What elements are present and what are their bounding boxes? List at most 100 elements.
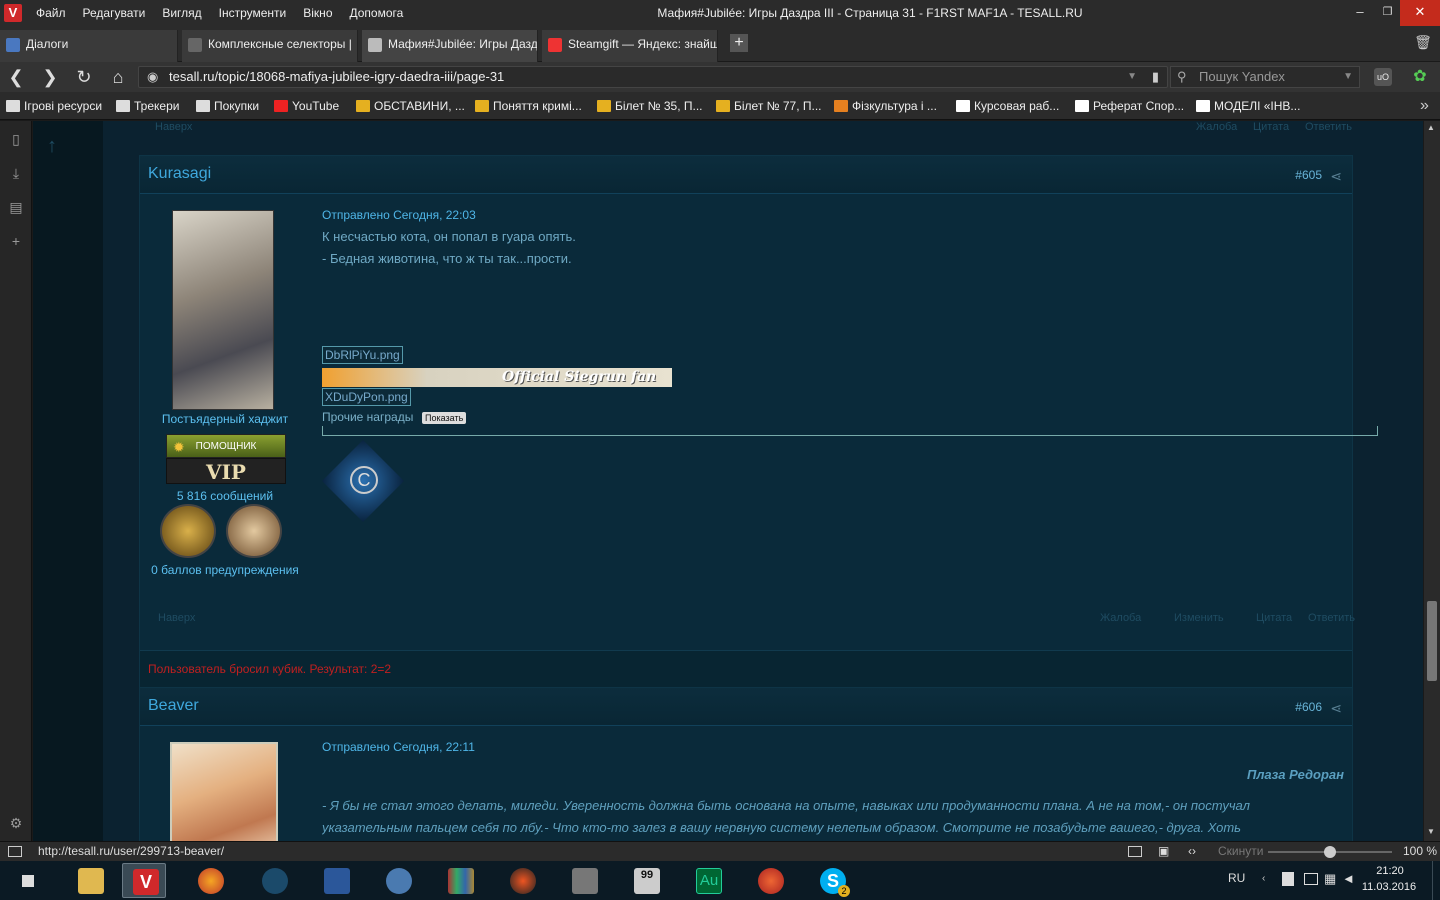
taskbar-skype[interactable]: S 2 <box>810 863 854 898</box>
bookmark-icon[interactable]: ▮ <box>1152 67 1159 87</box>
images-icon[interactable]: ▣ <box>1158 842 1169 861</box>
avatar[interactable] <box>170 742 278 841</box>
taskbar-library[interactable] <box>438 863 482 898</box>
bookmark[interactable]: Поняття кримі... <box>475 92 582 120</box>
reply-link[interactable]: Ответить <box>1308 612 1355 624</box>
menu-window[interactable]: Вікно <box>303 0 332 26</box>
trash-icon[interactable]: 🗑 <box>1414 34 1432 52</box>
tiling-icon[interactable] <box>1128 846 1142 857</box>
share-icon[interactable]: ⋖ <box>1330 168 1342 185</box>
minimize-button[interactable]: – <box>1345 0 1375 26</box>
zoom-slider-knob[interactable] <box>1324 846 1336 858</box>
panel-toggle-icon[interactable] <box>8 846 22 857</box>
show-awards-button[interactable]: Показать <box>422 412 467 424</box>
bookmarks-panel-icon[interactable]: ▯ <box>8 131 24 147</box>
page-scrollbar[interactable]: ▲ ▼ <box>1424 121 1440 841</box>
scroll-up-icon[interactable]: ▲ <box>1427 123 1435 132</box>
post-author-link[interactable]: Kurasagi <box>148 165 211 183</box>
reload-icon[interactable]: ↻ <box>72 66 96 88</box>
complaint-link[interactable]: Жалоба <box>1196 121 1237 133</box>
flag-icon[interactable] <box>1282 872 1294 886</box>
url-input[interactable]: ◉ tesall.ru/topic/18068-mafiya-jubilee-i… <box>138 66 1168 88</box>
scrollbar-thumb[interactable] <box>1427 601 1437 681</box>
scroll-down-icon[interactable]: ▼ <box>1427 827 1435 836</box>
tray-app-icon[interactable] <box>1304 873 1318 885</box>
avatar[interactable] <box>172 210 274 410</box>
volume-icon[interactable]: ◄ <box>1342 871 1355 886</box>
bookmarks-more-button[interactable]: » <box>1420 97 1429 115</box>
ublock-icon[interactable]: uO <box>1374 68 1392 86</box>
site-info-icon[interactable]: ◉ <box>147 67 158 87</box>
page-actions-icon[interactable]: ‹› <box>1188 842 1196 861</box>
bookmark-folder[interactable]: Трекери <box>116 92 179 120</box>
quote-link[interactable]: Цитата <box>1256 612 1292 624</box>
back-icon[interactable]: ❮ <box>4 66 28 88</box>
extension-icon[interactable]: ✿ <box>1410 68 1430 86</box>
dropdown-icon[interactable]: ▼ <box>1127 67 1137 87</box>
taskbar-steam[interactable] <box>252 863 296 898</box>
menu-help[interactable]: Допомога <box>350 0 404 26</box>
quote-link[interactable]: Цитата <box>1253 121 1289 133</box>
search-input[interactable]: ⚲ Пошук Yandex ▼ <box>1170 66 1360 88</box>
tray-chevron-icon[interactable]: ‹ <box>1262 873 1265 884</box>
back-top-link[interactable]: Наверх <box>158 612 195 624</box>
notes-panel-icon[interactable]: ▤ <box>8 199 24 215</box>
complaint-link[interactable]: Жалоба <box>1100 612 1141 624</box>
taskbar-tool[interactable] <box>562 863 606 898</box>
taskbar-explorer[interactable] <box>68 863 112 898</box>
bookmark[interactable]: Білет № 35, П... <box>597 92 703 120</box>
edit-link[interactable]: Изменить <box>1174 612 1224 624</box>
clock-time[interactable]: 21:20 <box>1364 865 1416 877</box>
zoom-reset-button[interactable]: Скинути <box>1218 842 1263 861</box>
maximize-button[interactable]: ❐ <box>1375 0 1400 26</box>
post-number-link[interactable]: #605 <box>1295 168 1322 182</box>
clock-date[interactable]: 11.03.2016 <box>1358 881 1420 893</box>
taskbar-vivaldi[interactable]: V <box>122 863 166 898</box>
bookmark-folder[interactable]: Покупки <box>196 92 259 120</box>
bookmark-label: МОДЕЛІ «ІНВ... <box>1214 99 1301 113</box>
tab-selectors[interactable]: Комплексные селекторы | <box>182 30 358 62</box>
bookmark[interactable]: Курсовая раб... <box>956 92 1059 120</box>
back-top-link[interactable]: Наверх <box>155 121 192 133</box>
menu-file[interactable]: Файл <box>36 0 66 26</box>
menu-view[interactable]: Вигляд <box>162 0 201 26</box>
new-tab-button[interactable]: + <box>730 34 748 52</box>
tab-mafia[interactable]: Мафия#Jubilée: Игры Дазд <box>362 30 538 62</box>
taskbar-firefox[interactable] <box>188 863 232 898</box>
menu-edit[interactable]: Редагувати <box>83 0 146 26</box>
taskbar-audition[interactable]: Au <box>686 863 730 898</box>
taskbar-ccleaner[interactable] <box>748 863 792 898</box>
warning-points[interactable]: 0 баллов предупреждения <box>140 563 310 577</box>
scroll-top-arrow-icon[interactable]: ↑ <box>47 135 57 158</box>
home-icon[interactable]: ⌂ <box>106 66 130 88</box>
bookmark-folder[interactable]: Ігрові ресурси <box>6 92 102 120</box>
bookmark[interactable]: Реферат Спор... <box>1075 92 1184 120</box>
bookmark[interactable]: ОБСТАВИНИ, ... <box>356 92 465 120</box>
post-author-link[interactable]: Beaver <box>148 697 199 715</box>
vivaldi-logo-icon[interactable]: V <box>4 4 22 22</box>
add-panel-icon[interactable]: + <box>8 233 24 249</box>
post-number-link[interactable]: #606 <box>1295 700 1322 714</box>
search-dropdown-icon[interactable]: ▼ <box>1343 67 1353 87</box>
tab-dialogs[interactable]: Діалоги <box>0 30 178 62</box>
language-indicator[interactable]: RU <box>1228 871 1245 885</box>
taskbar-game[interactable] <box>500 863 544 898</box>
taskbar-thunderbird[interactable] <box>376 863 420 898</box>
tab-steamgift[interactable]: Steamgift — Яндекс: знайш <box>542 30 718 62</box>
share-icon[interactable]: ⋖ <box>1330 700 1342 717</box>
bookmark[interactable]: МОДЕЛІ «ІНВ... <box>1196 92 1300 120</box>
network-icon[interactable]: ▦ <box>1324 871 1336 887</box>
start-icon[interactable] <box>22 875 34 887</box>
bookmark[interactable]: Фізкультура і ... <box>834 92 937 120</box>
bookmark[interactable]: Білет № 77, П... <box>716 92 822 120</box>
reply-link[interactable]: Ответить <box>1305 121 1352 133</box>
show-desktop-button[interactable] <box>1432 861 1440 900</box>
settings-icon[interactable]: ⚙ <box>8 815 24 831</box>
downloads-panel-icon[interactable]: ⤓ <box>8 165 24 181</box>
close-button[interactable]: ✕ <box>1400 0 1440 26</box>
forward-icon[interactable]: ❯ <box>38 66 62 88</box>
bookmark-youtube[interactable]: YouTube <box>274 92 339 120</box>
menu-tools[interactable]: Інструменти <box>219 0 287 26</box>
taskbar-word[interactable] <box>314 863 358 898</box>
taskbar-99[interactable]: 99 <box>624 863 668 898</box>
